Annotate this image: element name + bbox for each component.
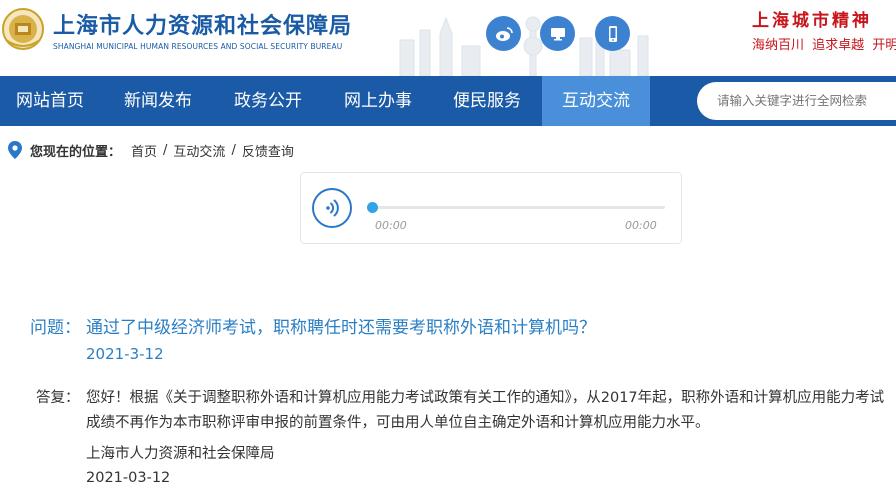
breadcrumb: 您现在的位置： 首页 / 互动交流 / 反馈查询 — [8, 140, 294, 160]
site-search-input[interactable] — [697, 82, 896, 120]
city-spirit-title: 上海城市精神 — [752, 11, 872, 31]
nav-gov-affairs[interactable]: 政务公开 — [220, 76, 316, 126]
nav-home[interactable]: 网站首页 — [0, 76, 100, 126]
nav-online-services[interactable]: 网上办事 — [330, 76, 426, 126]
breadcrumb-feedback-query[interactable]: 反馈查询 — [242, 141, 294, 160]
location-pin-icon — [8, 141, 22, 159]
city-skyline-decoration — [399, 16, 649, 76]
desktop-version-button[interactable] — [540, 16, 575, 51]
weibo-icon — [495, 26, 513, 41]
audio-progress-track[interactable] — [371, 206, 665, 209]
bureau-emblem-logo — [2, 8, 44, 50]
question-label: 问题： — [30, 318, 81, 338]
breadcrumb-separator: / — [163, 142, 168, 158]
audio-player: 00:00 00:00 — [300, 172, 682, 244]
audio-total-time: 00:00 — [625, 219, 657, 232]
breadcrumb-interaction[interactable]: 互动交流 — [173, 141, 225, 160]
breadcrumb-label: 您现在的位置： — [30, 144, 122, 160]
nav-news[interactable]: 新闻发布 — [110, 76, 206, 126]
weibo-button[interactable] — [486, 16, 521, 51]
audio-progress-knob[interactable] — [367, 202, 378, 213]
mobile-icon — [608, 25, 617, 42]
site-subtitle: SHANGHAI MUNICIPAL HUMAN RESOURCES AND S… — [53, 42, 343, 51]
answer-text: 您好！根据《关于调整职称外语和计算机应用能力考试政策有关工作的通知》，从2017… — [86, 390, 885, 431]
answer-label: 答复： — [36, 390, 80, 406]
audio-current-time: 00:00 — [375, 219, 407, 232]
nav-public-services[interactable]: 便民服务 — [439, 76, 535, 126]
city-spirit-motto: 海纳百川 追求卓越 开明 — [752, 38, 896, 53]
answer-date: 2021-03-12 — [86, 470, 171, 486]
breadcrumb-separator: / — [231, 142, 236, 158]
main-nav: 网站首页 新闻发布 政务公开 网上办事 便民服务 互动交流 — [0, 76, 896, 126]
desktop-icon — [550, 27, 565, 40]
answer-organization: 上海市人力资源和社会保障局 — [86, 446, 275, 462]
sound-wave-icon — [326, 199, 339, 217]
nav-interaction[interactable]: 互动交流 — [542, 76, 650, 126]
question-date: 2021-3-12 — [86, 345, 164, 363]
question-text: 通过了中级经济师考试，职称聘任时还需要考职称外语和计算机吗？ — [86, 318, 596, 338]
breadcrumb-home[interactable]: 首页 — [131, 141, 157, 160]
site-header: 上海市人力资源和社会保障局 SHANGHAI MUNICIPAL HUMAN R… — [0, 0, 896, 76]
audio-play-button[interactable] — [312, 188, 352, 228]
site-title[interactable]: 上海市人力资源和社会保障局 — [53, 8, 352, 40]
mobile-version-button[interactable] — [595, 16, 630, 51]
